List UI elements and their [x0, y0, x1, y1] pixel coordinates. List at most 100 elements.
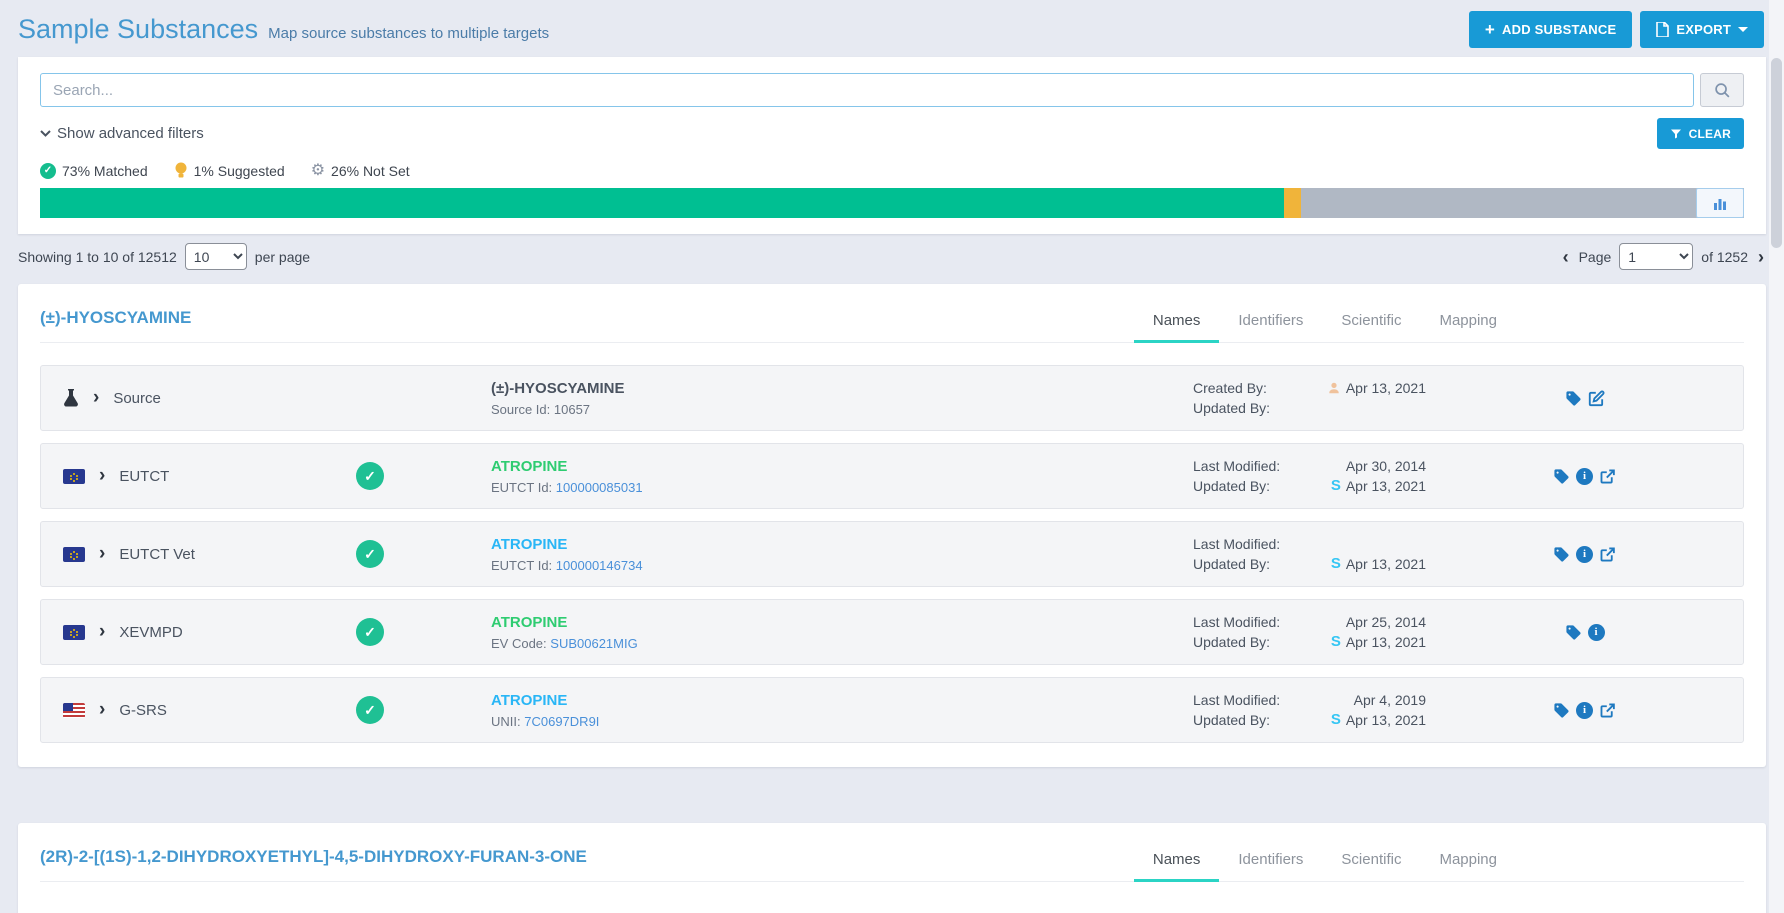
eu-flag-icon [63, 469, 85, 484]
s-user-icon: S [1331, 710, 1341, 730]
filter-funnel-icon [1670, 128, 1682, 140]
chart-button[interactable] [1696, 188, 1744, 218]
edit-icon[interactable] [1588, 390, 1605, 407]
tab-mapping[interactable]: Mapping [1420, 304, 1516, 343]
meta-label-1: Last Modified: [1193, 534, 1303, 554]
progress-matched-segment [40, 188, 1284, 218]
page-select[interactable]: 1 [1619, 243, 1693, 270]
tab-identifiers[interactable]: Identifiers [1219, 843, 1322, 882]
tag-icon[interactable] [1553, 546, 1570, 563]
plus-icon: + [1485, 20, 1495, 40]
meta-label-2: Updated By: [1193, 554, 1303, 574]
tab-names[interactable]: Names [1134, 304, 1220, 343]
id-value-link[interactable]: 7C0697DR9I [524, 714, 599, 729]
search-button[interactable] [1700, 73, 1744, 107]
substance-name-link[interactable]: ATROPINE [491, 458, 1193, 475]
id-value: 10657 [554, 402, 590, 417]
substance-name-link[interactable]: ATROPINE [491, 692, 1193, 709]
substance-title: (±)-HYOSCYAMINE [40, 308, 191, 342]
substance-tabs: Names Identifiers Scientific Mapping [1134, 304, 1516, 342]
bar-chart-icon [1713, 197, 1727, 210]
date-1: Apr 25, 2014 [1346, 612, 1426, 632]
tag-icon[interactable] [1553, 468, 1570, 485]
date-1: Apr 13, 2021 [1346, 378, 1426, 398]
search-input[interactable] [40, 73, 1694, 107]
expand-chevron-icon[interactable]: › [99, 465, 105, 487]
flask-icon [63, 389, 79, 407]
per-page-select[interactable]: 10 [185, 243, 247, 270]
matched-check-icon: ✓ [356, 540, 384, 568]
expand-chevron-icon[interactable]: › [99, 543, 105, 565]
advanced-filters-label: Show advanced filters [57, 125, 204, 142]
stat-matched: ✓ 73% Matched [40, 163, 148, 179]
date-2: Apr 13, 2021 [1346, 632, 1426, 652]
id-value-link[interactable]: SUB00621MIG [550, 636, 637, 651]
page-label: Page [1579, 249, 1612, 265]
id-label: EUTCT Id: [491, 480, 552, 495]
tab-names[interactable]: Names [1134, 843, 1220, 882]
page-title: Sample Substances [18, 14, 258, 45]
matched-check-icon: ✓ [356, 462, 384, 490]
gear-icon: ⚙ [311, 163, 325, 179]
tag-icon[interactable] [1553, 702, 1570, 719]
tag-icon[interactable] [1565, 390, 1582, 407]
mapping-row-eutct-vet: › EUTCT Vet ✓ ATROPINE EUTCT Id: 1000001… [40, 521, 1744, 587]
scrollbar-thumb[interactable] [1771, 58, 1782, 248]
document-icon [1656, 22, 1669, 37]
substance-card-hyoscyamine: (±)-HYOSCYAMINE Names Identifiers Scient… [18, 284, 1766, 767]
substance-name-link[interactable]: ATROPINE [491, 614, 1193, 631]
progress-suggested-segment [1284, 188, 1301, 218]
advanced-filters-toggle[interactable]: Show advanced filters [40, 125, 204, 142]
add-substance-button[interactable]: + ADD SUBSTANCE [1469, 11, 1632, 48]
tag-icon[interactable] [1565, 624, 1582, 641]
mapping-row-gsrs: › G-SRS ✓ ATROPINE UNII: 7C0697DR9I Last… [40, 677, 1744, 743]
us-flag-icon [63, 703, 85, 718]
user-icon [1327, 381, 1341, 395]
meta-label-2: Updated By: [1193, 476, 1303, 496]
per-page-label: per page [255, 249, 310, 265]
source-label: EUTCT Vet [119, 546, 195, 563]
matched-check-icon: ✓ [356, 618, 384, 646]
showing-text: Showing 1 to 10 of 12512 [18, 249, 177, 265]
expand-chevron-icon[interactable]: › [99, 699, 105, 721]
prev-page-button[interactable]: ‹ [1561, 248, 1571, 266]
info-icon[interactable]: i [1576, 468, 1593, 485]
tab-scientific[interactable]: Scientific [1322, 304, 1420, 343]
stat-suggested: 1% Suggested [174, 162, 285, 179]
export-button[interactable]: EXPORT [1640, 11, 1764, 48]
tab-scientific[interactable]: Scientific [1322, 843, 1420, 882]
meta-label-1: Last Modified: [1193, 456, 1303, 476]
date-1: Apr 4, 2019 [1354, 690, 1426, 710]
search-icon [1714, 82, 1731, 99]
expand-chevron-icon[interactable]: › [93, 387, 99, 409]
source-label: XEVMPD [119, 624, 182, 641]
mapping-row-source: › Source (±)-HYOSCYAMINE Source Id: 1065… [40, 365, 1744, 431]
eu-flag-icon [63, 547, 85, 562]
s-user-icon: S [1331, 554, 1341, 574]
id-value-link[interactable]: 100000146734 [556, 558, 643, 573]
external-link-icon[interactable] [1599, 546, 1616, 563]
next-page-button[interactable]: › [1756, 248, 1766, 266]
progress-notset-segment [1301, 188, 1744, 218]
tab-mapping[interactable]: Mapping [1420, 843, 1516, 882]
stat-suggested-label: 1% Suggested [194, 163, 285, 179]
lightbulb-icon [174, 162, 188, 179]
external-link-icon[interactable] [1599, 468, 1616, 485]
external-link-icon[interactable] [1599, 702, 1616, 719]
meta-label-2: Updated By: [1193, 632, 1303, 652]
tab-identifiers[interactable]: Identifiers [1219, 304, 1322, 343]
id-value-link[interactable]: 100000085031 [556, 480, 643, 495]
scrollbar-track[interactable] [1769, 0, 1784, 913]
meta-label-1: Last Modified: [1193, 612, 1303, 632]
meta-label-2: Updated By: [1193, 710, 1303, 730]
clear-button[interactable]: CLEAR [1657, 118, 1744, 149]
id-label: EUTCT Id: [491, 558, 552, 573]
substance-name-link[interactable]: ATROPINE [491, 536, 1193, 553]
expand-chevron-icon[interactable]: › [99, 621, 105, 643]
info-icon[interactable]: i [1576, 702, 1593, 719]
stat-matched-label: 73% Matched [62, 163, 148, 179]
info-icon[interactable]: i [1588, 624, 1605, 641]
match-progress-bar [40, 188, 1744, 218]
info-icon[interactable]: i [1576, 546, 1593, 563]
meta-label-1: Last Modified: [1193, 690, 1303, 710]
